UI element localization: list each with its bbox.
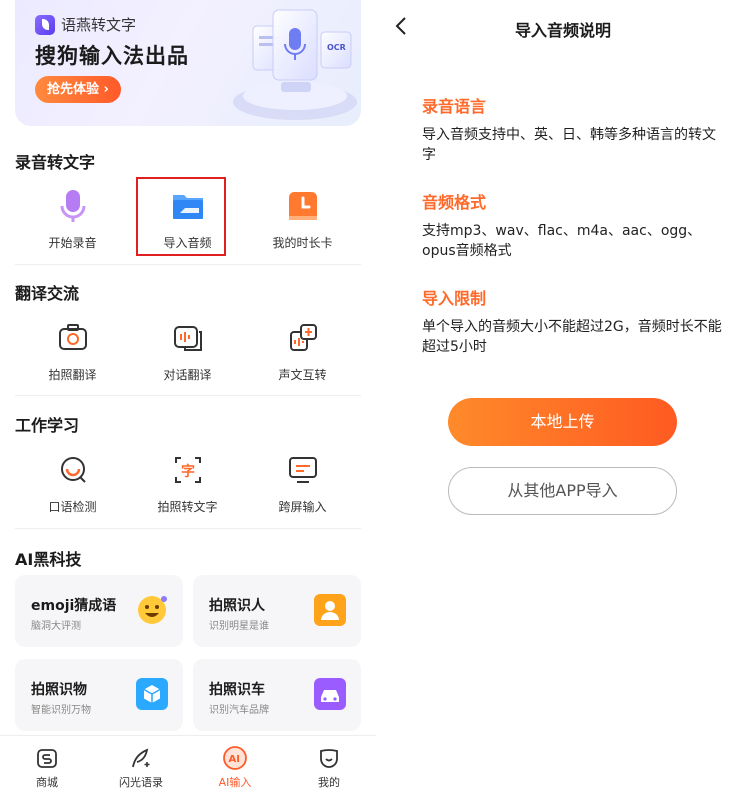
card-title: 拍照识人 <box>209 598 265 614</box>
photo-to-text-icon: 字 <box>168 450 208 490</box>
section-title-translate: 翻译交流 <box>15 284 80 303</box>
info-text: 导入音频支持中、英、日、韩等多种语言的转文字 <box>422 127 716 163</box>
tab-label: 闪光语录 <box>119 776 163 789</box>
section-title-record: 录音转文字 <box>15 153 96 172</box>
photo-object-card[interactable]: 拍照识物 智能识别万物 <box>15 659 183 731</box>
info-heading: 音频格式 <box>422 193 487 212</box>
info-heading: 录音语言 <box>422 97 487 116</box>
photo-translate-button[interactable]: 拍照翻译 <box>15 318 130 383</box>
svg-text:AI: AI <box>229 754 240 765</box>
svg-text:字: 字 <box>181 463 195 480</box>
svg-text:OCR: OCR <box>327 43 346 52</box>
voice-text-convert-button[interactable]: 声文互转 <box>245 318 360 383</box>
dialog-translate-icon <box>168 318 208 358</box>
tab-label: 我的 <box>318 776 340 789</box>
profile-icon <box>316 745 342 771</box>
tab-label: AI输入 <box>218 776 252 789</box>
emoji-idiom-card[interactable]: emoji猜成语 脑洞大评测 <box>15 575 183 647</box>
try-now-button[interactable]: 抢先体验 › <box>35 76 121 103</box>
import-from-other-app-button[interactable]: 从其他APP导入 <box>448 467 677 515</box>
photo-to-text-button[interactable]: 字 拍照转文字 <box>130 450 245 515</box>
bottom-tab-bar: 商城 闪光语录 AI AI输入 我的 <box>0 735 376 793</box>
section-title-ai: AI黑科技 <box>15 550 82 569</box>
card-subtitle: 脑洞大评测 <box>31 621 81 632</box>
photo-to-text-label: 拍照转文字 <box>157 500 218 514</box>
divider <box>15 395 361 396</box>
import-audio-highlight <box>136 177 226 256</box>
work-tools: 口语检测 字 拍照转文字 跨屏输入 <box>15 450 361 515</box>
microphone-icon <box>53 186 93 226</box>
person-recognize-icon <box>314 594 346 626</box>
banner-brand: 语燕转文字 <box>35 14 136 35</box>
photo-car-card[interactable]: 拍照识车 识别汽车品牌 <box>193 659 361 731</box>
import-audio-info-page: 导入音频说明 录音语言 导入音频支持中、英、日、韩等多种语言的转文字 音频格式 … <box>376 0 750 793</box>
my-time-card-button[interactable]: 我的时长卡 <box>245 186 360 251</box>
speech-check-button[interactable]: 口语检测 <box>15 450 130 515</box>
info-block-language: 录音语言 导入音频支持中、英、日、韩等多种语言的转文字 <box>422 93 722 165</box>
card-title: 拍照识车 <box>209 682 265 698</box>
ai-input-page: 语燕转文字 搜狗输入法出品 抢先体验 › OCR 录音转文字 开始录音 导入音频… <box>0 0 376 793</box>
tab-ai-input[interactable]: AI AI输入 <box>188 736 282 793</box>
speech-check-icon <box>53 450 93 490</box>
section-title-work: 工作学习 <box>15 416 80 435</box>
object-recognize-icon <box>136 678 168 710</box>
app-screen: 语燕转文字 搜狗输入法出品 抢先体验 › OCR 录音转文字 开始录音 导入音频… <box>0 0 750 793</box>
card-subtitle: 识别汽车品牌 <box>209 705 269 716</box>
info-heading: 导入限制 <box>422 289 487 308</box>
quill-icon <box>128 745 154 771</box>
emoji-icon <box>138 596 167 624</box>
photo-person-card[interactable]: 拍照识人 识别明星是谁 <box>193 575 361 647</box>
banner-illustration-icon: OCR <box>233 9 357 120</box>
speech-check-label: 口语检测 <box>48 500 97 514</box>
info-text: 支持mp3、wav、flac、m4a、aac、ogg、opus音频格式 <box>422 223 702 259</box>
brand-name: 语燕转文字 <box>61 16 137 34</box>
start-recording-label: 开始录音 <box>48 236 97 250</box>
local-upload-button[interactable]: 本地上传 <box>448 398 677 446</box>
card-title: 拍照识物 <box>31 682 87 698</box>
cross-screen-input-button[interactable]: 跨屏输入 <box>245 450 360 515</box>
tab-label: 商城 <box>36 776 58 789</box>
shop-icon <box>34 745 60 771</box>
my-time-card-label: 我的时长卡 <box>272 236 333 250</box>
tab-quotes[interactable]: 闪光语录 <box>94 736 188 793</box>
page-title: 导入音频说明 <box>514 21 611 40</box>
banner-headline: 搜狗输入法出品 <box>35 44 189 68</box>
photo-translate-label: 拍照翻译 <box>48 368 97 382</box>
dialog-translate-button[interactable]: 对话翻译 <box>130 318 245 383</box>
divider <box>15 528 361 529</box>
info-block-format: 音频格式 支持mp3、wav、flac、m4a、aac、ogg、opus音频格式 <box>422 189 722 261</box>
tab-shop[interactable]: 商城 <box>0 736 94 793</box>
car-recognize-icon <box>314 678 346 710</box>
card-title: emoji猜成语 <box>31 598 117 614</box>
cross-screen-icon <box>283 450 323 490</box>
ai-icon: AI <box>222 745 248 771</box>
start-recording-button[interactable]: 开始录音 <box>15 186 130 251</box>
divider <box>15 264 361 265</box>
translate-tools: 拍照翻译 对话翻译 声文互转 <box>15 318 361 383</box>
camera-translate-icon <box>53 318 93 358</box>
brand-logo-icon <box>35 14 55 35</box>
voice-text-convert-label: 声文互转 <box>278 368 327 382</box>
cross-screen-input-label: 跨屏输入 <box>278 500 327 514</box>
card-subtitle: 智能识别万物 <box>31 705 91 716</box>
card-subtitle: 识别明星是谁 <box>209 621 269 632</box>
info-text: 单个导入的音频大小不能超过2G，音频时长不能超过5小时 <box>422 319 722 355</box>
promo-banner[interactable]: 语燕转文字 搜狗输入法出品 抢先体验 › OCR <box>15 0 361 126</box>
tab-profile[interactable]: 我的 <box>282 736 376 793</box>
info-block-limit: 导入限制 单个导入的音频大小不能超过2G，音频时长不能超过5小时 <box>422 285 722 357</box>
voice-text-convert-icon <box>283 318 323 358</box>
dialog-translate-label: 对话翻译 <box>163 368 212 382</box>
clock-card-icon <box>283 186 323 226</box>
